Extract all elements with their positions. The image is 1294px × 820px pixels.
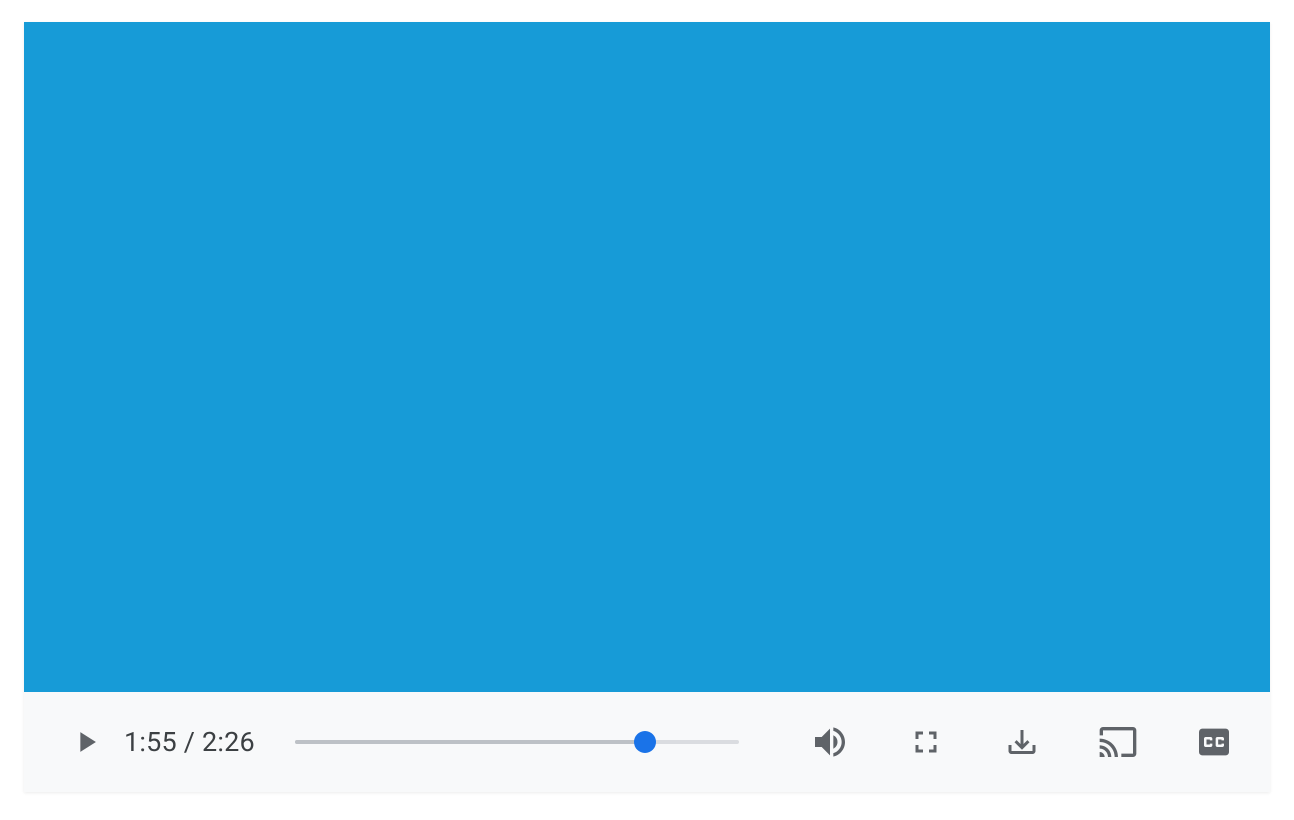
- play-icon: [69, 725, 103, 759]
- fullscreen-icon: [908, 724, 944, 760]
- right-controls: [806, 718, 1238, 766]
- seek-thumb[interactable]: [634, 731, 656, 753]
- seek-track: [295, 740, 739, 744]
- cast-button[interactable]: [1094, 718, 1142, 766]
- seek-fill: [295, 740, 645, 744]
- download-icon: [1004, 724, 1040, 760]
- closed-captions-icon: [1194, 722, 1234, 762]
- volume-icon: [810, 722, 850, 762]
- video-player: 1:55 / 2:26: [24, 22, 1270, 792]
- cast-icon: [1098, 722, 1138, 762]
- play-button[interactable]: [62, 718, 110, 766]
- fullscreen-button[interactable]: [902, 718, 950, 766]
- seek-bar[interactable]: [295, 718, 739, 766]
- volume-button[interactable]: [806, 718, 854, 766]
- current-time: 1:55: [124, 726, 177, 758]
- video-canvas[interactable]: [24, 22, 1270, 692]
- captions-button[interactable]: [1190, 718, 1238, 766]
- duration: 2:26: [202, 726, 255, 758]
- time-display: 1:55 / 2:26: [124, 726, 255, 758]
- player-controls: 1:55 / 2:26: [24, 692, 1270, 792]
- time-separator: /: [177, 726, 202, 758]
- download-button[interactable]: [998, 718, 1046, 766]
